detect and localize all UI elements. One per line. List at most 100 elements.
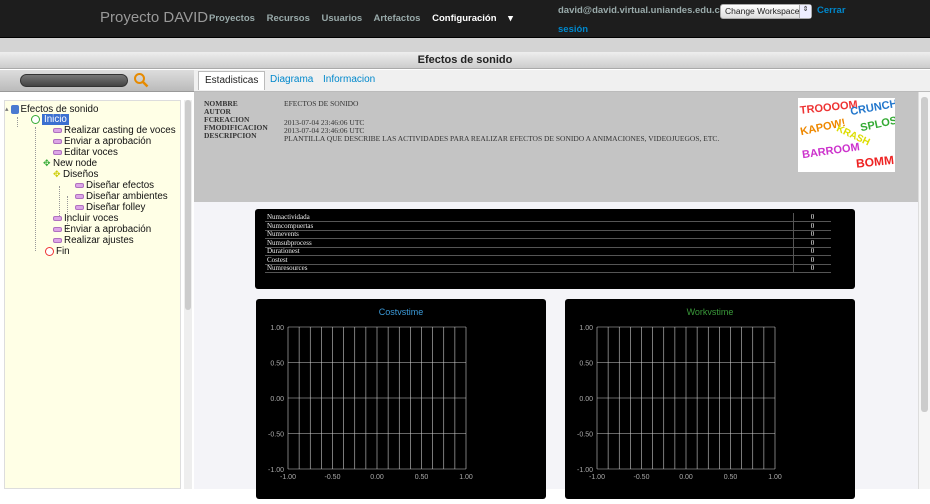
tree-item-label: Diseñar efectos — [86, 180, 155, 191]
x-tick-label: 1.00 — [459, 474, 473, 481]
task-icon — [75, 193, 84, 199]
x-tick-label: 1.00 — [768, 474, 782, 481]
nav-usuarios[interactable]: Usuarios — [322, 13, 363, 24]
stats-row: Durationest 0 — [265, 247, 831, 256]
tab-bar: Estadisticas Diagrama Informacion — [194, 70, 930, 92]
y-tick-label: -0.50 — [577, 432, 593, 439]
search-bar — [0, 70, 194, 92]
tree-item-task[interactable]: Incluir voces — [53, 213, 118, 224]
x-tick-label: 0.00 — [679, 474, 693, 481]
stats-key: Durationest — [267, 247, 300, 255]
workspace-select[interactable]: Change Workspace ⇕ — [720, 4, 812, 19]
tree-item-disenos[interactable]: ✥ Diseños — [53, 169, 98, 180]
y-tick-label: -0.50 — [268, 432, 284, 439]
stats-row: Numactividada 0 — [265, 213, 831, 222]
search-icon[interactable] — [133, 72, 149, 88]
start-event-icon — [31, 114, 40, 124]
scroll-thumb[interactable] — [185, 100, 191, 310]
chart-plot: 1.00 0.50 0.00 -0.50 -1.00-1.00 -0.50 0.00 0.50… — [268, 325, 473, 481]
nav-artefactos[interactable]: Artefactos — [373, 13, 420, 24]
x-tick-label: -1.00 — [280, 474, 296, 481]
meta-value: PLANTILLA QUE DESCRIBE LAS ACTIVIDADES P… — [284, 134, 720, 143]
tree-item-label: Editar voces — [64, 147, 118, 158]
logout-link-cont[interactable]: sesión — [558, 24, 588, 35]
stats-row: Numevents 0 — [265, 230, 831, 239]
y-tick-label: 0.50 — [579, 361, 593, 368]
tree-item-task[interactable]: Realizar ajustes — [53, 235, 134, 246]
brand-logo[interactable]: Proyecto DAVID — [100, 9, 208, 26]
tree-item-task[interactable]: Enviar a aprobación — [53, 136, 151, 147]
scroll-thumb[interactable] — [921, 97, 928, 412]
tree-item-label: Realizar casting de voces — [64, 125, 176, 136]
y-tick-label: 0.00 — [270, 396, 284, 403]
tree-item-task[interactable]: Realizar casting de voces — [53, 125, 176, 136]
x-tick-label: -0.50 — [325, 474, 341, 481]
stats-value: 0 — [793, 213, 831, 221]
y-tick-label: -1.00 — [577, 467, 593, 474]
tree-item-task[interactable]: Editar voces — [53, 147, 118, 158]
x-tick-label: -1.00 — [589, 474, 605, 481]
tab-diagrama[interactable]: Diagrama — [270, 74, 313, 85]
x-tick-label: 0.50 — [415, 474, 429, 481]
logout-link[interactable]: Cerrar — [817, 5, 846, 16]
tree-item-task[interactable]: Diseñar efectos — [75, 180, 154, 191]
chart-title: Workvstime — [686, 307, 734, 317]
process-tree: ▴ Efectos de sonido Inicio Realizar casti… — [4, 100, 181, 489]
meta-value: EFECTOS DE SONIDO — [284, 99, 359, 108]
tree-item-inicio[interactable]: Inicio — [31, 114, 69, 125]
tree-item-new-node[interactable]: ✥ New node — [43, 158, 97, 169]
tree-item-label: Diseñar ambientes — [86, 191, 168, 202]
y-tick-label: -1.00 — [268, 467, 284, 474]
tree-item-task[interactable]: Diseñar ambientes — [75, 191, 168, 202]
tree-item-label: Diseños — [63, 169, 99, 180]
nav-proyectos[interactable]: Proyectos — [209, 13, 255, 24]
stats-content: Numactividada 0 Numcompuertas 0 Numevents 0 Nu… — [194, 202, 918, 499]
stats-value: 0 — [793, 230, 831, 238]
task-icon — [53, 149, 62, 155]
tab-estadisticas[interactable]: Estadisticas — [198, 71, 266, 90]
user-email: david@david.virtual.uniandes.edu.co. — [558, 5, 729, 16]
y-tick-label: 0.00 — [579, 396, 593, 403]
sub-band — [0, 38, 930, 52]
tree-item-task[interactable]: Diseñar folley — [75, 202, 145, 213]
task-icon — [53, 226, 62, 232]
stats-value: 0 — [793, 238, 831, 247]
main-panel: Estadisticas Diagrama Informacion NOMBRE… — [194, 70, 930, 499]
comic-image: TROOOOM CRUNCH! KAPOW! KRASH SPLOSH! BAR… — [798, 98, 895, 172]
nav-configuracion[interactable]: Configuración ▾ — [432, 13, 522, 24]
stats-row: Numcompuertas 0 — [265, 221, 831, 231]
stats-row: Numsubprocess 0 — [265, 238, 831, 248]
process-icon — [10, 105, 19, 114]
tree-item-fin[interactable]: Fin — [45, 246, 70, 257]
stats-table: Numactividada 0 Numcompuertas 0 Numevents 0 Nu… — [255, 209, 855, 289]
tree-item-label: Fin — [56, 246, 70, 257]
stats-row: Costest 0 — [265, 255, 831, 265]
stats-value: 0 — [793, 221, 831, 230]
tree-item-inicio-label: Inicio — [42, 114, 69, 125]
task-icon — [53, 138, 62, 144]
stats-value: 0 — [793, 264, 831, 272]
nav-recursos[interactable]: Recursos — [267, 13, 310, 24]
tree-item-label: Incluir voces — [64, 213, 119, 224]
stats-key: Numresources — [267, 264, 308, 272]
stats-row: Numresources 0 — [265, 264, 831, 273]
sidebar-scrollbar[interactable] — [184, 100, 192, 489]
select-arrows-icon: ⇕ — [799, 5, 811, 18]
x-tick-label: -0.50 — [634, 474, 650, 481]
main-scrollbar[interactable] — [918, 92, 930, 489]
tree-item-label: Diseñar folley — [86, 202, 146, 213]
search-input[interactable] — [20, 74, 128, 87]
stats-key: Numevents — [267, 230, 299, 238]
task-icon — [75, 204, 84, 210]
stats-key: Numcompuertas — [267, 221, 314, 230]
tab-informacion[interactable]: Informacion — [323, 74, 375, 85]
stats-key: Numsubprocess — [267, 238, 312, 247]
tree-item-label: Enviar a aprobación — [64, 224, 152, 235]
page-title: Efectos de sonido — [0, 52, 930, 69]
tree-item-task[interactable]: Enviar a aprobación — [53, 224, 151, 235]
stats-key: Numactividada — [267, 213, 310, 221]
metadata-panel: NOMBRE EFECTOS DE SONIDO AUTOR FCREACION… — [194, 92, 918, 202]
y-tick-label: 1.00 — [270, 325, 284, 332]
tree-item-label: Enviar a aprobación — [64, 136, 152, 147]
chevron-down-icon: ▾ — [505, 13, 513, 24]
